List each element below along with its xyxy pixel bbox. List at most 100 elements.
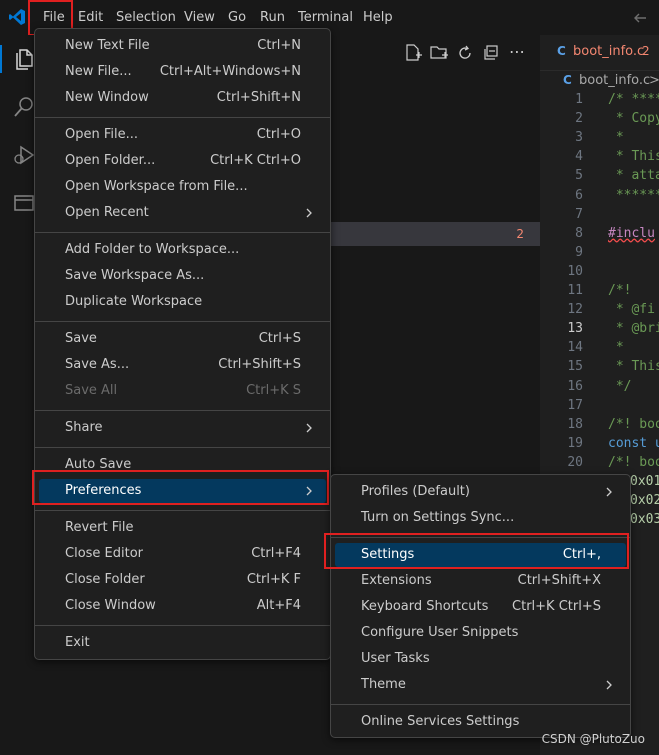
breadcrumb[interactable]: C boot_info.c > [540,70,659,92]
code-line: * atta [608,168,659,184]
problem-count-badge: 2 [516,227,524,241]
menu-item-label: Turn on Settings Sync... [361,510,515,525]
editor-tab[interactable]: C boot_info.c 2 [540,35,659,71]
search-icon[interactable] [12,95,36,119]
refresh-icon[interactable] [455,43,475,63]
menu-item-label: Save [65,331,97,346]
file-menu-item-open-workspace-from-file[interactable]: Open Workspace from File... [39,175,326,199]
file-menu-item-add-folder-to-workspace[interactable]: Add Folder to Workspace... [39,238,326,262]
menu-item-shortcut: Ctrl+Alt+Windows+N [159,64,301,79]
menu-item-label: Theme [361,677,406,692]
remote-explorer-icon[interactable] [12,191,36,215]
line-number: 19 [567,435,583,451]
file-menu-item-new-text-file[interactable]: New Text File Ctrl+N [39,34,326,58]
code-line: * [608,130,624,146]
menu-item-label: Configure User Snippets [361,625,519,640]
menu-separator [35,624,330,626]
line-number: 15 [567,359,583,375]
new-folder-icon[interactable] [429,43,449,63]
file-menu-item-save-workspace-as[interactable]: Save Workspace As... [39,264,326,288]
menu-item-shortcut: Ctrl+Shift+X [517,573,601,588]
menu-item-label: New Window [65,90,149,105]
menu-separator [35,116,330,118]
chevron-right-icon [604,673,614,706]
code-line: /*! [608,283,632,298]
menu-item-shortcut: Ctrl+N [257,38,301,53]
file-menu-item-save-as[interactable]: Save As... Ctrl+Shift+S [39,353,326,377]
code-line: */ [608,378,632,394]
preferences-menu-item-user-tasks[interactable]: User Tasks [335,647,626,671]
line-number: 13 [567,321,583,337]
menu-item-label: Save Workspace As... [65,268,205,283]
menu-item-shortcut: Ctrl+K Ctrl+S [512,599,601,614]
collapse-all-icon[interactable] [481,43,501,63]
file-menu-item-open-folder[interactable]: Open Folder... Ctrl+K Ctrl+O [39,149,326,173]
more-actions-icon[interactable]: ⋯ [509,42,525,61]
file-menu-item-new-file[interactable]: New File... Ctrl+Alt+Windows+N [39,60,326,84]
line-number: 1 [575,92,583,107]
menu-item-label: Duplicate Workspace [65,294,203,309]
preferences-menu-item-profiles-default[interactable]: Profiles (Default) [335,480,626,504]
code-line: * This [608,149,659,165]
menu-item-label: New Text File [65,38,150,53]
preferences-menu-item-configure-user-snippets[interactable]: Configure User Snippets [335,621,626,645]
preferences-menu-item-theme[interactable]: Theme [335,673,626,697]
preferences-menu-item-extensions[interactable]: Extensions Ctrl+Shift+X [335,569,626,593]
menu-item-label: Online Services Settings [361,714,520,729]
menu-item-label: Keyboard Shortcuts [361,599,489,614]
line-number: 6 [575,187,583,203]
file-menu-item-duplicate-workspace[interactable]: Duplicate Workspace [39,290,326,314]
menu-item-label: Open Folder... [65,153,156,168]
line-number: 7 [575,206,583,222]
file-menu-item-share[interactable]: Share [39,416,326,440]
breadcrumb-c-icon: C [563,73,572,87]
file-menu-item-open-recent[interactable]: Open Recent [39,201,326,225]
file-menu-item-new-window[interactable]: New Window Ctrl+Shift+N [39,86,326,110]
line-number: 2 [575,111,583,127]
code-line: #inclu [608,225,655,241]
back-arrow-icon[interactable] [632,10,648,26]
menu-separator [331,703,630,705]
menu-item-label: Exit [65,635,90,650]
menu-separator [35,446,330,448]
menu-item-shortcut: Ctrl+K F [246,572,301,587]
menu-item-label: New File... [65,64,132,79]
c-file-icon: C [557,44,566,58]
preferences-menu-item-online-services-settings[interactable]: Online Services Settings [335,710,626,734]
settings-highlight-box [324,533,629,569]
code-line: * This [608,359,659,375]
menu-item-shortcut: Ctrl+Shift+S [218,357,301,372]
code-line: ****** [608,187,659,203]
explorer-icon[interactable] [12,47,36,71]
preferences-submenu: Profiles (Default) Turn on Settings Sync.… [330,474,631,738]
file-menu-item-open-file[interactable]: Open File... Ctrl+O [39,123,326,147]
preferences-menu-item-turn-on-settings-sync[interactable]: Turn on Settings Sync... [335,506,626,530]
file-menu-item-exit[interactable]: Exit [39,631,326,655]
file-menu-item-save[interactable]: Save Ctrl+S [39,327,326,351]
menu-item-shortcut: Ctrl+S [258,331,301,346]
menu-item-shortcut: Ctrl+O [256,127,301,142]
breadcrumb-separator: > [649,73,659,88]
menu-item-label: Close Folder [65,572,145,587]
line-number: 9 [575,244,583,260]
new-file-icon[interactable] [403,43,423,63]
run-debug-icon[interactable] [12,143,36,167]
line-number: 11 [567,283,583,298]
menu-item-shortcut: Alt+F4 [256,598,301,613]
line-number: 17 [567,397,583,413]
menu-help[interactable]: Help [363,0,393,35]
file-menu-item-close-window[interactable]: Close Window Alt+F4 [39,594,326,618]
menu-item-label: User Tasks [361,651,430,666]
chevron-right-icon [304,416,314,449]
line-number: 5 [575,168,583,184]
menu-item-label: Extensions [361,573,432,588]
code-line: const u [608,435,659,451]
preferences-menu-item-keyboard-shortcuts[interactable]: Keyboard Shortcuts Ctrl+K Ctrl+S [335,595,626,619]
file-menu-item-close-folder[interactable]: Close Folder Ctrl+K F [39,568,326,592]
file-menu-item-close-editor[interactable]: Close Editor Ctrl+F4 [39,542,326,566]
file-menu-item-save-all: Save All Ctrl+K S [39,379,326,403]
menu-item-label: Share [65,420,103,435]
file-menu-item-revert-file[interactable]: Revert File [39,516,326,540]
line-number: 4 [575,149,583,165]
watermark: CSDN @PlutoZuo [541,732,645,746]
